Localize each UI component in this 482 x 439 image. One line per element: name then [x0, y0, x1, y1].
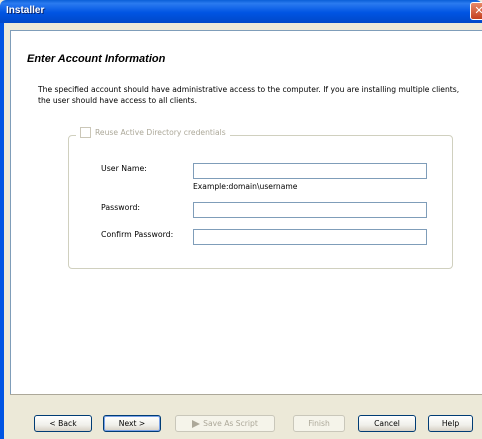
save-as-script-label: Save As Script: [203, 419, 258, 428]
script-icon: [192, 420, 201, 428]
finish-button[interactable]: Finish: [293, 415, 345, 432]
confirm-password-field[interactable]: [193, 229, 427, 245]
reuse-ad-credentials-checkbox[interactable]: [80, 127, 91, 138]
username-label: User Name:: [101, 164, 147, 173]
username-field[interactable]: [193, 163, 427, 179]
password-label: Password:: [101, 203, 141, 212]
page-description: The specified account should have admini…: [38, 85, 460, 105]
title-bar: Installer ✕: [0, 0, 482, 23]
help-button[interactable]: Help: [428, 415, 473, 432]
window-frame-left: [0, 23, 4, 439]
password-field[interactable]: [193, 202, 427, 218]
footer-separator: [10, 394, 482, 395]
reuse-ad-credentials-checkbox-row[interactable]: Reuse Active Directory credentials: [76, 127, 230, 138]
cancel-button[interactable]: Cancel: [358, 415, 416, 432]
confirm-password-label: Confirm Password:: [101, 230, 174, 239]
next-button[interactable]: Next >: [103, 415, 161, 432]
window-title: Installer: [6, 5, 45, 16]
back-button[interactable]: < Back: [34, 415, 92, 432]
close-button[interactable]: ✕: [470, 2, 482, 20]
username-hint: Example:domain\username: [193, 182, 298, 191]
save-as-script-button[interactable]: Save As Script: [175, 415, 275, 432]
page-title: Enter Account Information: [27, 53, 166, 65]
reuse-ad-credentials-label: Reuse Active Directory credentials: [95, 128, 226, 137]
close-icon: ✕: [474, 4, 482, 17]
